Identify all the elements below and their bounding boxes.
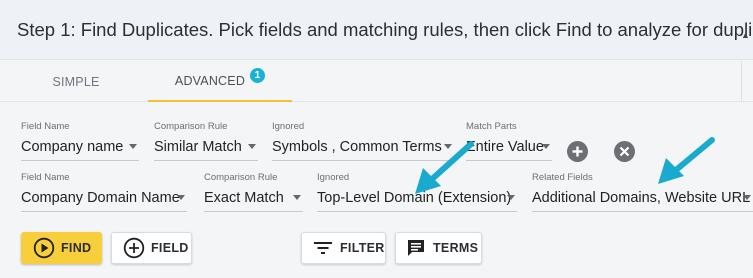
- chevron-down-icon: [507, 195, 515, 200]
- find-button[interactable]: FIND: [21, 232, 102, 264]
- row1-ignored: Ignored Symbols , Common Terms: [272, 121, 454, 161]
- terms-button-label: TERMS: [433, 241, 479, 255]
- row2-related-fields-select[interactable]: Additional Domains, Website URL: [532, 190, 753, 212]
- chevron-down-icon: [129, 144, 137, 149]
- row2-comparison-rule-label: Comparison Rule: [204, 172, 278, 183]
- add-field-button[interactable]: FIELD: [111, 232, 192, 264]
- row1-field-name-label: Field Name: [21, 121, 70, 132]
- filter-button[interactable]: FILTER: [301, 232, 386, 264]
- terms-button[interactable]: TERMS: [395, 232, 482, 264]
- row1-match-parts: Match Parts Entire Value: [466, 121, 552, 161]
- play-circle-icon: [33, 237, 55, 259]
- annotation-arrow-related-fields: [658, 137, 715, 184]
- row1-ignored-label: Ignored: [272, 121, 305, 132]
- chevron-down-icon: [177, 195, 185, 200]
- filter-button-label: FILTER: [340, 241, 385, 255]
- row2-field-name-label: Field Name: [21, 172, 70, 183]
- row1-field-name: Field Name Company name: [21, 121, 139, 161]
- remove-rule-button[interactable]: [614, 141, 635, 162]
- chevron-down-icon: [248, 144, 256, 149]
- row2-field-name: Field Name Company Domain Name: [21, 172, 187, 212]
- tab-advanced-label: ADVANCED: [174, 73, 246, 88]
- row2-field-name-select[interactable]: Company Domain Name: [21, 190, 187, 212]
- add-circle-outline-icon: [123, 237, 145, 259]
- mode-tabs: SIMPLE ADVANCED 1: [0, 61, 753, 102]
- row2-comparison-rule-value: Exact Match: [204, 190, 284, 206]
- chevron-down-icon: [293, 195, 301, 200]
- row1-field-name-select[interactable]: Company name: [21, 139, 139, 161]
- chevron-down-icon: [743, 195, 751, 200]
- add-field-button-label: FIELD: [151, 241, 189, 255]
- step-instructions: Step 1: Find Duplicates. Pick fields and…: [17, 19, 753, 40]
- close-circle-icon: [619, 146, 630, 157]
- add-rule-button[interactable]: [567, 141, 588, 162]
- row1-match-parts-label: Match Parts: [466, 121, 517, 132]
- chevron-down-icon: [542, 144, 550, 149]
- row1-comparison-rule: Comparison Rule Similar Match: [154, 121, 258, 161]
- tab-advanced[interactable]: ADVANCED 1: [148, 61, 292, 102]
- row1-comparison-rule-value: Similar Match: [154, 139, 242, 155]
- tab-simple-label: SIMPLE: [52, 74, 100, 89]
- add-circle-icon: [572, 146, 583, 157]
- filter-icon: [314, 242, 332, 254]
- row2-related-fields-value: Additional Domains, Website URL: [532, 190, 751, 206]
- annotation-arrow-ignored: [415, 141, 474, 194]
- tabs-scrollbar[interactable]: [741, 61, 753, 102]
- row1-field-name-value: Company name: [21, 139, 124, 155]
- find-button-label: FIND: [61, 241, 92, 255]
- tab-simple[interactable]: SIMPLE: [20, 61, 132, 102]
- row1-comparison-rule-label: Comparison Rule: [154, 121, 228, 132]
- comment-text-icon: [408, 240, 424, 256]
- row1-comparison-rule-select[interactable]: Similar Match: [154, 139, 258, 161]
- row2-field-name-value: Company Domain Name: [21, 190, 180, 206]
- tab-advanced-badge: 1: [250, 68, 266, 83]
- row2-comparison-rule: Comparison Rule Exact Match: [204, 172, 303, 212]
- step-header: Step 1: Find Duplicates. Pick fields and…: [0, 0, 753, 60]
- scroll-up-icon[interactable]: ▲: [741, 30, 750, 40]
- row2-comparison-rule-select[interactable]: Exact Match: [204, 190, 303, 212]
